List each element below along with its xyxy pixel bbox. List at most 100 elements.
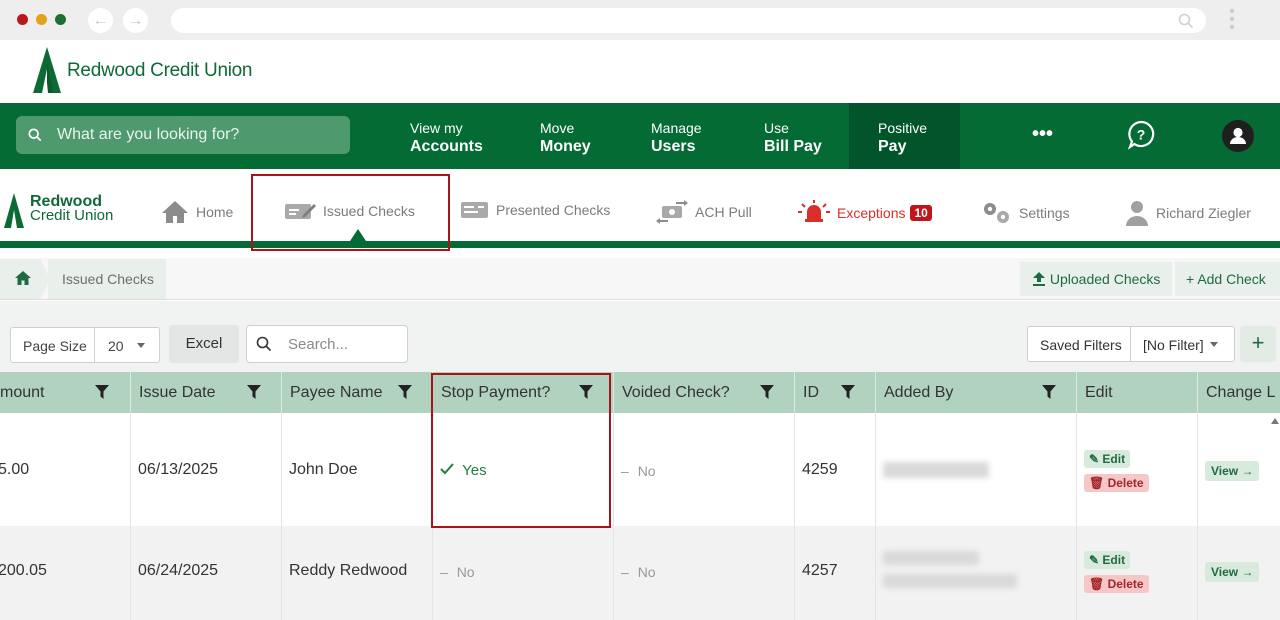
maximize-window-dot[interactable]	[55, 14, 66, 25]
search-icon	[28, 128, 42, 142]
plus-icon: +	[1186, 271, 1195, 287]
dash-icon: –	[621, 463, 629, 479]
tab-user-profile[interactable]: Richard Ziegler	[1125, 200, 1251, 226]
redwood-tree-logo-icon[interactable]	[33, 47, 61, 93]
highlight-stop-payment	[431, 373, 611, 528]
column-divider	[130, 413, 131, 620]
home-icon	[162, 201, 188, 223]
filter-icon[interactable]	[841, 385, 855, 399]
browser-chrome: ← →	[0, 0, 1280, 40]
stop-payment-value: No	[456, 564, 475, 580]
cell-added-by-redacted	[883, 574, 1017, 588]
search-placeholder: Search...	[288, 336, 349, 353]
cell-added-by-redacted	[883, 462, 989, 478]
search-placeholder: What are you looking for?	[57, 126, 240, 143]
uploaded-checks-button[interactable]: Uploaded Checks	[1020, 262, 1172, 296]
tab-exceptions[interactable]: Exceptions 10	[798, 200, 932, 226]
column-header-id[interactable]: ID	[794, 372, 875, 413]
help-chat-icon[interactable]: ?	[1127, 120, 1155, 150]
nav-label-line2: Accounts	[410, 138, 483, 155]
column-divider	[281, 413, 282, 620]
saved-filters-label: Saved Filters	[1040, 337, 1122, 353]
header-label: mount	[0, 384, 45, 401]
redwood-tree-logo-icon	[4, 193, 24, 228]
check-card-icon	[461, 202, 488, 218]
user-icon	[1126, 201, 1148, 226]
page-size-value: 20	[108, 338, 124, 354]
page-size-select[interactable]: Page Size 20	[10, 327, 160, 363]
arrow-left-icon[interactable]: ←	[88, 8, 113, 33]
minimize-window-dot[interactable]	[36, 14, 47, 25]
cell-id: 4257	[802, 562, 838, 579]
filter-icon[interactable]	[1042, 385, 1056, 399]
filter-icon[interactable]	[760, 385, 774, 399]
nav-bill-pay[interactable]: Use Bill Pay	[764, 120, 822, 156]
nav-label-line1: Move	[540, 120, 575, 136]
breadcrumb-current: Issued Checks	[48, 259, 166, 299]
filter-icon[interactable]	[398, 385, 412, 399]
saved-filters-select[interactable]: Saved Filters [No Filter]	[1027, 326, 1235, 362]
column-header-payee-name[interactable]: Payee Name	[281, 372, 432, 413]
delete-button[interactable]: 🗑 Delete	[1084, 575, 1149, 593]
tab-presented-checks[interactable]: Presented Checks	[460, 200, 610, 220]
more-menu-icon[interactable]: •••	[1032, 123, 1053, 146]
breadcrumb-home[interactable]	[0, 259, 40, 299]
browser-menu-icon[interactable]	[1230, 9, 1236, 33]
sub-brand-logo[interactable]: Redwood Credit Union	[30, 194, 113, 224]
header-label: Issue Date	[139, 384, 216, 401]
filter-value: [No Filter]	[1143, 337, 1204, 353]
chevron-down-icon	[1210, 342, 1218, 347]
filter-icon[interactable]	[247, 385, 261, 399]
delete-button[interactable]: 🗑 Delete	[1084, 474, 1149, 492]
tab-label: Presented Checks	[496, 202, 611, 218]
address-bar[interactable]	[171, 8, 1206, 33]
nav-manage-users[interactable]: Manage Users	[651, 120, 702, 156]
cell-amount: 5.00	[0, 461, 30, 478]
view-change-log-button[interactable]: View →	[1205, 461, 1260, 481]
search-icon	[256, 336, 272, 352]
user-icon	[1230, 127, 1246, 144]
delete-label: Delete	[1107, 476, 1144, 490]
edit-label: Edit	[1102, 553, 1126, 567]
tab-label: Home	[196, 204, 234, 220]
edit-label: Edit	[1102, 452, 1126, 466]
search-icon	[1178, 13, 1194, 29]
column-header-voided-check[interactable]: Voided Check?	[613, 372, 794, 413]
filter-icon[interactable]	[95, 385, 109, 399]
global-search-input[interactable]: What are you looking for?	[16, 116, 350, 154]
header-label: Edit	[1085, 384, 1113, 401]
nav-positive-pay[interactable]: Positive Pay	[878, 120, 927, 156]
delete-label: Delete	[1107, 577, 1144, 591]
dash-icon: –	[440, 564, 448, 580]
cell-voided-check: – No	[621, 564, 656, 580]
add-filter-button[interactable]: +	[1240, 326, 1276, 362]
tab-ach-pull[interactable]: ACH Pull	[656, 200, 752, 224]
edit-button[interactable]: ✎ Edit	[1084, 450, 1131, 468]
close-window-dot[interactable]	[17, 14, 28, 25]
column-header-amount[interactable]: mount	[0, 372, 130, 413]
account-avatar[interactable]	[1222, 120, 1254, 152]
tab-home[interactable]: Home	[161, 200, 233, 224]
header-label: Payee Name	[290, 384, 383, 401]
chevron-down-icon	[137, 343, 145, 348]
nav-label-line1: Manage	[651, 120, 702, 136]
svg-text:?: ?	[1137, 127, 1146, 143]
nav-move-money[interactable]: Move Money	[540, 120, 591, 156]
tab-settings[interactable]: Settings	[981, 200, 1070, 226]
main-navigation: What are you looking for? View my Accoun…	[0, 103, 1280, 169]
nav-view-accounts[interactable]: View my Accounts	[410, 120, 483, 156]
view-change-log-button[interactable]: View →	[1205, 562, 1260, 582]
table-search-input[interactable]: Search...	[246, 325, 408, 363]
column-header-added-by[interactable]: Added By	[875, 372, 1076, 413]
arrow-right-icon[interactable]: →	[123, 8, 148, 33]
column-header-issue-date[interactable]: Issue Date	[130, 372, 281, 413]
brand-name[interactable]: Redwood Credit Union	[67, 60, 252, 82]
add-check-button[interactable]: + Add Check	[1175, 262, 1280, 296]
excel-export-button[interactable]: Excel	[169, 325, 239, 363]
column-divider	[875, 413, 876, 620]
edit-icon: ✎	[1089, 553, 1100, 567]
header-label: Change L	[1206, 384, 1276, 401]
scroll-up-arrow-icon[interactable]	[1271, 418, 1279, 424]
cell-id: 4259	[802, 461, 838, 478]
edit-button[interactable]: ✎ Edit	[1084, 551, 1131, 569]
